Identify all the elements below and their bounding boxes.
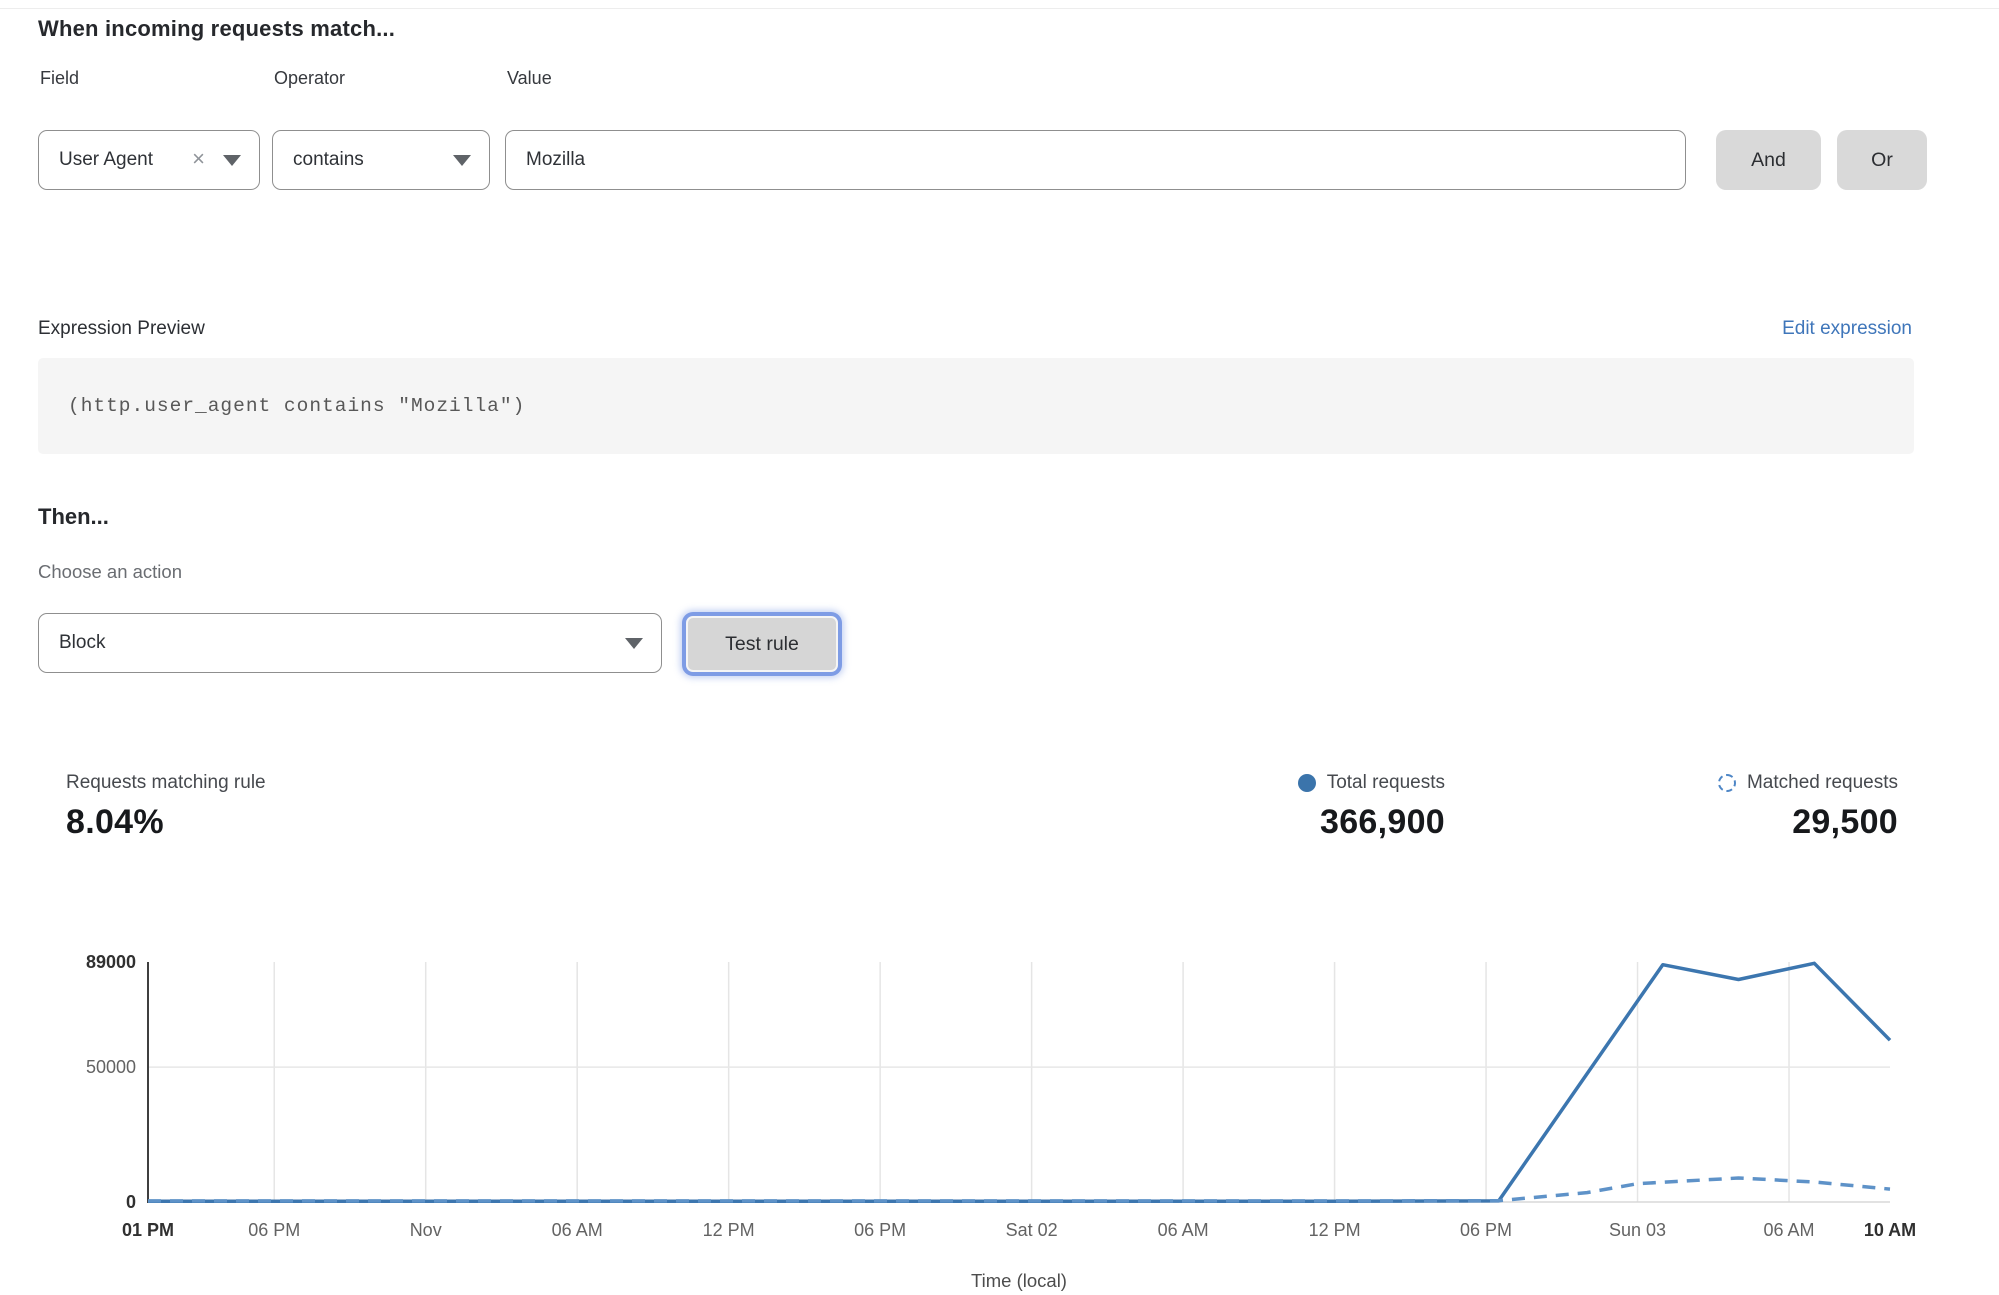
y-tick-label: 89000 <box>86 952 136 972</box>
chevron-down-icon <box>453 155 471 166</box>
firewall-rule-editor: When incoming requests match... Field Op… <box>0 0 1999 1295</box>
expression-preview-box: (http.user_agent contains "Mozilla") <box>38 358 1914 454</box>
matched-requests-label: Matched requests <box>1747 772 1898 794</box>
x-tick-label: 06 PM <box>1460 1220 1512 1240</box>
field-select[interactable]: User Agent × <box>38 130 260 190</box>
clear-icon[interactable]: × <box>192 148 205 170</box>
chevron-down-icon <box>625 638 643 649</box>
x-tick-label: Sun 03 <box>1609 1220 1666 1240</box>
requests-matching-label: Requests matching rule <box>66 772 266 794</box>
total-requests-stat: Total requests 366,900 <box>1298 772 1445 842</box>
operator-label: Operator <box>274 68 345 89</box>
action-select[interactable]: Block <box>38 613 662 673</box>
chevron-down-icon <box>223 155 241 166</box>
expression-preview-label: Expression Preview <box>38 318 205 340</box>
x-tick-label: 01 PM <box>122 1220 174 1240</box>
requests-matching-value: 8.04% <box>66 803 164 842</box>
x-tick-label: 06 AM <box>1158 1220 1209 1240</box>
x-tick-label: 06 PM <box>854 1220 906 1240</box>
and-button[interactable]: And <box>1716 130 1821 190</box>
action-select-value: Block <box>59 632 105 654</box>
series-line-dashed <box>148 1178 1890 1201</box>
expression-code: (http.user_agent contains "Mozilla") <box>68 395 525 417</box>
matched-requests-stat: Matched requests 29,500 <box>1718 772 1898 842</box>
section-top-border <box>0 8 1999 9</box>
x-tick-label: 10 AM <box>1864 1220 1916 1240</box>
operator-select-value: contains <box>293 149 364 171</box>
series-line-solid <box>148 963 1890 1201</box>
value-input[interactable] <box>505 130 1686 190</box>
x-tick-label: 06 AM <box>552 1220 603 1240</box>
field-label: Field <box>40 68 79 89</box>
requests-chart: 0 50000 89000 01 PM 06 PM Nov 06 AM 12 PM 06 PM S… <box>0 940 1999 1295</box>
matched-requests-value: 29,500 <box>1792 803 1898 842</box>
x-tick-label: Nov <box>410 1220 442 1240</box>
requests-matching-stat: Requests matching rule 8.04% <box>66 772 266 842</box>
or-button[interactable]: Or <box>1837 130 1927 190</box>
match-heading: When incoming requests match... <box>38 16 395 42</box>
operator-select[interactable]: contains <box>272 130 490 190</box>
field-select-value: User Agent <box>59 149 153 171</box>
edit-expression-link[interactable]: Edit expression <box>1782 318 1912 340</box>
test-rule-button[interactable]: Test rule <box>686 616 838 672</box>
then-heading: Then... <box>38 504 109 530</box>
x-tick-label: 12 PM <box>703 1220 755 1240</box>
y-tick-label: 0 <box>126 1192 136 1212</box>
value-label: Value <box>507 68 552 89</box>
y-tick-label: 50000 <box>86 1057 136 1077</box>
x-tick-label: Sat 02 <box>1006 1220 1058 1240</box>
matched-requests-dashed-circle-icon <box>1718 774 1736 792</box>
x-tick-label: 06 PM <box>248 1220 300 1240</box>
x-tick-label: 12 PM <box>1309 1220 1361 1240</box>
x-axis-title: Time (local) <box>971 1270 1067 1291</box>
choose-action-label: Choose an action <box>38 561 182 583</box>
x-tick-label: 06 AM <box>1763 1220 1814 1240</box>
total-requests-dot-icon <box>1298 774 1316 792</box>
total-requests-label: Total requests <box>1327 772 1445 794</box>
total-requests-value: 366,900 <box>1320 803 1445 842</box>
